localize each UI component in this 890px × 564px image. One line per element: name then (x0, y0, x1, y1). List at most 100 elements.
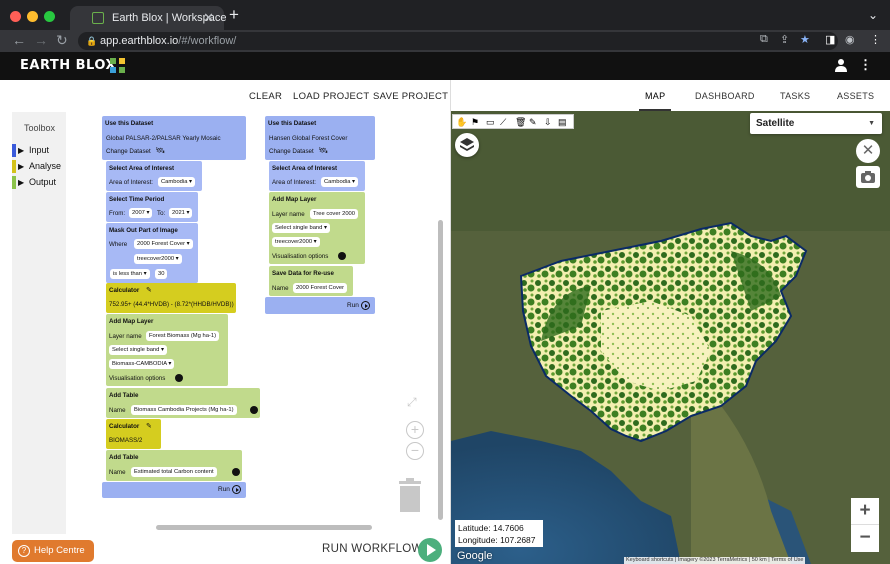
threshold-input[interactable]: 30 (155, 269, 168, 279)
basemap-select[interactable]: Satellite ▼ (750, 113, 882, 134)
use-dataset-block[interactable]: Use this Dataset Global PALSAR-2/PALSAR … (102, 116, 246, 160)
mask-image-block[interactable]: Mask Out Part of Image Where 2000 Forest… (106, 223, 198, 283)
run-button[interactable]: Run (347, 301, 370, 310)
from-year-dropdown[interactable]: 2007 ▾ (129, 208, 153, 218)
minimize-window-button[interactable] (27, 11, 38, 22)
single-band-dropdown[interactable]: Select single band ▾ (109, 345, 167, 355)
single-band-dropdown[interactable]: Select single band ▾ (272, 223, 330, 233)
side-panel-icon[interactable]: ◨ (825, 33, 835, 46)
calculator-expression[interactable]: 752.95+ (44.4*HVDB) - (8.72*(HHDB/HVDB)) (109, 301, 234, 308)
draw-line-icon[interactable]: ⟋ (500, 117, 510, 127)
calculator-block[interactable]: Calculator ✎ 752.95+ (44.4*HVDB) - (8.72… (106, 283, 236, 313)
add-table-block[interactable]: Add Table Name Biomass Cambodia Projects… (106, 388, 260, 418)
save-name-input[interactable]: 2000 Forest Cover (293, 283, 348, 293)
map-zoom-out-button[interactable]: − (851, 525, 879, 552)
select-aoi-block-2[interactable]: Select Area of Interest Area of Interest… (269, 161, 365, 191)
change-dataset-link[interactable]: Change Dataset (269, 148, 314, 155)
change-dataset-link[interactable]: Change Dataset (106, 148, 151, 155)
workspace-horizontal-scrollbar[interactable] (156, 525, 372, 530)
tab-assets[interactable]: ASSETS (837, 91, 874, 101)
select-aoi-block[interactable]: Select Area of Interest Area of Interest… (106, 161, 202, 191)
aoi-dropdown[interactable]: Cambodia ▾ (321, 177, 358, 187)
new-tab-icon[interactable]: + (229, 5, 239, 25)
user-account-icon[interactable] (834, 58, 848, 72)
band-select-dropdown[interactable]: Biomass-CAMBODIA ▾ (109, 359, 175, 369)
reload-icon[interactable]: ↻ (56, 32, 68, 49)
calculator-block-2[interactable]: Calculator ✎ BIOMASS/2 (106, 419, 161, 449)
install-app-icon[interactable]: ⧉ (760, 33, 768, 46)
bookmark-star-icon[interactable]: ★ (800, 33, 810, 46)
canvas-zoom-out-icon[interactable]: − (406, 442, 424, 460)
close-window-button[interactable] (10, 11, 21, 22)
aoi-dropdown[interactable]: Cambodia ▾ (158, 177, 195, 187)
add-table-block-2[interactable]: Add Table Name Estimated total Carbon co… (106, 450, 242, 481)
settings-gear-icon[interactable] (232, 468, 240, 476)
measure-ruler-icon[interactable]: ▤ (558, 117, 568, 127)
maximize-window-button[interactable] (44, 11, 55, 22)
tab-dashboard[interactable]: DASHBOARD (695, 91, 755, 101)
add-map-layer-block[interactable]: Add Map Layer Layer name Forest Biomass … (106, 314, 228, 386)
camera-snapshot-button[interactable] (856, 166, 880, 188)
load-project-button[interactable]: LOAD PROJECT (293, 91, 369, 102)
map-zoom-in-button[interactable]: + (851, 498, 879, 525)
draw-marker-icon[interactable]: ⚑ (471, 117, 481, 127)
url-field[interactable]: 🔒 app.earthblox.io/#/workflow/ (78, 32, 838, 50)
settings-gear-icon[interactable] (175, 374, 183, 382)
save-project-button[interactable]: SAVE PROJECT (373, 91, 448, 102)
map-attribution[interactable]: Keyboard shortcuts | Imagery ©2023 Terra… (624, 557, 806, 564)
close-tab-icon[interactable]: ✕ (203, 10, 214, 26)
vis-options-label[interactable]: Visualisation options (272, 253, 328, 260)
use-dataset-block-2[interactable]: Use this Dataset Hansen Global Forest Co… (265, 116, 375, 160)
to-year-dropdown[interactable]: 2021 ▾ (169, 208, 193, 218)
calculator-expression[interactable]: BIOMASS/2 (109, 437, 142, 444)
fit-to-screen-icon[interactable]: ⤢ (407, 395, 417, 410)
run-workflow-play-button[interactable] (418, 538, 442, 562)
block-title: Mask Out Part of Image (109, 227, 178, 234)
where-dropdown[interactable]: 2000 Forest Cover ▾ (134, 239, 193, 249)
add-map-layer-block-2[interactable]: Add Map Layer Layer name Tree cover 2000… (269, 192, 365, 264)
trash-icon[interactable] (398, 478, 422, 512)
select-time-period-block[interactable]: Select Time Period From: 2007 ▾ To: 2021… (106, 192, 198, 222)
table-name-input[interactable]: Estimated total Carbon content (131, 467, 217, 477)
condition-dropdown[interactable]: is less than ▾ (110, 269, 150, 279)
clear-button[interactable]: CLEAR (249, 91, 282, 102)
browser-tab[interactable]: Earth Blox | Workspace ✕ (70, 6, 227, 30)
pencil-icon[interactable]: ✎ (146, 286, 152, 294)
forward-arrow-icon[interactable]: → (34, 32, 48, 48)
close-map-icon[interactable]: ✕ (856, 139, 880, 163)
back-arrow-icon[interactable]: ← (12, 32, 26, 48)
toolbox-category-output[interactable]: ▶ Output (12, 176, 56, 189)
settings-gear-icon[interactable] (338, 252, 346, 260)
draw-rectangle-icon[interactable]: ▭ (486, 117, 496, 127)
band-select-dropdown[interactable]: treecover2000 ▾ (272, 237, 320, 247)
pan-hand-icon[interactable]: ✋ (456, 117, 467, 127)
run-button[interactable]: Run (218, 485, 241, 494)
share-icon[interactable]: ⇪ (780, 33, 789, 46)
table-name-input[interactable]: Biomass Cambodia Projects (Mg ha-1) (131, 405, 237, 415)
tab-map[interactable]: MAP (638, 91, 672, 111)
layer-name-input[interactable]: Tree cover 2000 (310, 209, 358, 219)
tab-search-chevron-icon[interactable]: ⌄ (868, 8, 878, 22)
toolbox-category-analyse[interactable]: ▶ Analyse (12, 160, 61, 173)
tab-tasks[interactable]: TASKS (780, 91, 810, 101)
block-title: Add Map Layer (272, 196, 317, 203)
run-workflow-label[interactable]: RUN WORKFLOW (322, 543, 423, 555)
layers-button[interactable] (455, 133, 479, 157)
download-icon[interactable]: ⇩ (544, 117, 554, 127)
settings-gear-icon[interactable] (250, 406, 258, 414)
edit-pencil-icon[interactable]: ✎ (529, 117, 539, 127)
profile-avatar-icon[interactable]: ◉ (845, 33, 855, 46)
pencil-icon[interactable]: ✎ (146, 422, 152, 430)
help-centre-button[interactable]: ? Help Centre (12, 540, 94, 562)
layer-name-input[interactable]: Forest Biomass (Mg ha-1) (146, 331, 220, 341)
delete-shape-icon[interactable]: 🗑 (515, 117, 526, 127)
workspace-vertical-scrollbar[interactable] (438, 220, 443, 520)
canvas-zoom-in-icon[interactable]: + (406, 421, 424, 439)
satellite-map[interactable] (451, 111, 890, 564)
vis-options-label[interactable]: Visualisation options (109, 375, 165, 382)
save-data-block[interactable]: Save Data for Re-use Name 2000 Forest Co… (269, 266, 353, 296)
band-dropdown[interactable]: treecover2000 ▾ (134, 254, 182, 264)
browser-menu-icon[interactable]: ⋮ (870, 33, 881, 46)
app-menu-icon[interactable]: ⋮ (859, 57, 872, 73)
toolbox-category-input[interactable]: ▶ Input (12, 144, 49, 157)
